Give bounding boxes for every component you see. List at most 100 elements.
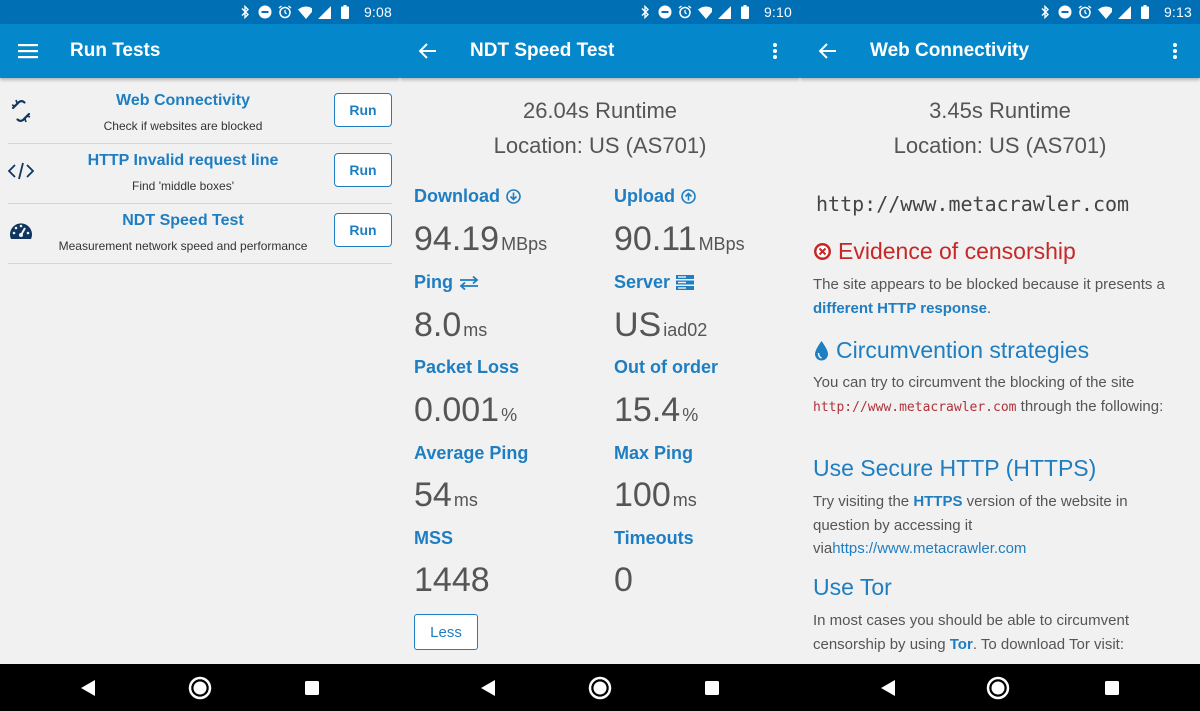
runtime-text: 3.45s Runtime <box>929 98 1071 123</box>
recents-nav-icon[interactable] <box>300 676 324 700</box>
download-icon <box>506 189 521 204</box>
test-name: Web Connectivity <box>116 92 250 109</box>
out-of-order-label: Out of order <box>614 357 718 377</box>
test-name: NDT Speed Test <box>122 212 244 229</box>
server-value: US iad02 <box>614 306 708 344</box>
more-vert-icon <box>773 43 777 59</box>
arrow-back-icon <box>819 43 836 59</box>
alarm-icon <box>678 5 692 19</box>
status-time: 9:10 <box>763 4 792 20</box>
overflow-menu-button[interactable] <box>760 36 790 66</box>
test-item-web-connectivity[interactable]: Web Connectivity Check if websites are b… <box>8 84 392 144</box>
test-description: Measurement network speed and performanc… <box>58 239 308 253</box>
hamburger-menu-icon <box>18 44 38 59</box>
back-nav-icon[interactable] <box>476 676 500 700</box>
wifi-icon <box>1097 5 1112 19</box>
bluetooth-icon <box>238 5 252 19</box>
water-drop-icon <box>815 340 828 360</box>
download-value: 94.19 MBps <box>414 220 548 258</box>
average-ping-value: 54 ms <box>414 476 478 514</box>
app-bar: NDT Speed Test <box>400 24 800 78</box>
back-button[interactable] <box>400 24 456 78</box>
timeouts-label: Timeouts <box>614 528 694 548</box>
battery-icon <box>1138 5 1152 19</box>
server-label: Server <box>614 272 695 293</box>
ping-label: Ping <box>414 272 479 293</box>
https-paragraph: Try visiting the HTTPS version of the we… <box>813 493 1128 557</box>
location-text: Location: US (AS701) <box>493 133 707 158</box>
circumvention-heading: Circumvention strategies <box>813 337 1089 364</box>
signal-icon <box>318 5 332 19</box>
more-vert-icon <box>1173 43 1177 59</box>
test-item-http-invalid-request-line[interactable]: HTTP Invalid request line Find 'middle b… <box>8 144 392 204</box>
upload-icon <box>681 189 696 204</box>
mss-value: 1448 <box>414 561 490 599</box>
signal-icon <box>1118 5 1132 19</box>
download-label: Download <box>414 186 521 207</box>
signal-icon <box>718 5 732 19</box>
alarm-icon <box>278 5 292 19</box>
tor-heading: Use Tor <box>813 574 892 600</box>
upload-value: 90.11 MBps <box>614 220 745 258</box>
status-time: 9:13 <box>1163 4 1192 20</box>
recents-nav-icon[interactable] <box>700 676 724 700</box>
battery-icon <box>338 5 352 19</box>
broken-link-icon <box>8 98 34 124</box>
average-ping-label: Average Ping <box>414 443 529 463</box>
wifi-icon <box>297 5 312 19</box>
bluetooth-icon <box>638 5 652 19</box>
home-nav-icon[interactable] <box>588 676 612 700</box>
evidence-heading: Evidence of censorship <box>813 238 1076 265</box>
battery-icon <box>738 5 752 19</box>
evidence-paragraph: The site appears to be blocked because i… <box>813 276 1165 317</box>
back-nav-icon[interactable] <box>76 676 100 700</box>
do-not-disturb-icon <box>258 5 272 19</box>
out-of-order-value: 15.4% <box>614 391 699 429</box>
page-title: NDT Speed Test <box>470 40 615 61</box>
upload-label: Upload <box>614 186 696 207</box>
runtime-text: 26.04s Runtime <box>522 98 678 123</box>
status-bar: 9:13 <box>800 0 1200 24</box>
recents-nav-icon[interactable] <box>1100 676 1124 700</box>
status-time: 9:08 <box>363 4 392 20</box>
error-circle-icon <box>814 243 831 260</box>
https-heading: Use Secure HTTP (HTTPS) <box>813 455 1097 481</box>
timeouts-value: 0 <box>614 561 633 599</box>
less-button[interactable]: Less <box>414 614 478 650</box>
home-nav-icon[interactable] <box>188 676 212 700</box>
run-web-connectivity-button[interactable]: Run <box>334 93 392 127</box>
menu-button[interactable] <box>0 24 56 78</box>
speedometer-icon <box>8 218 34 244</box>
system-navigation-bar <box>0 664 1200 711</box>
status-bar: 9:08 <box>0 0 400 24</box>
run-http-invalid-request-line-button[interactable]: Run <box>334 153 392 187</box>
app-bar: Run Tests <box>0 24 400 78</box>
run-tests-screen: 9:08 Run Tests Web Connectivity Check if… <box>0 0 400 664</box>
do-not-disturb-icon <box>1058 5 1072 19</box>
tor-paragraph: In most cases you should be able to circ… <box>813 612 1129 653</box>
mss-label: MSS <box>414 528 454 548</box>
page-title: Web Connectivity <box>870 40 1030 61</box>
back-nav-icon[interactable] <box>876 676 900 700</box>
status-bar: 9:10 <box>400 0 800 24</box>
web-connectivity-screen: 9:13 Web Connectivity 3.45s Runtime Loca… <box>800 0 1200 664</box>
arrow-back-icon <box>419 43 436 59</box>
tested-url: http://www.metacrawler.com <box>816 192 1130 216</box>
packet-loss-value: 0.001% <box>414 391 518 429</box>
bluetooth-icon <box>1038 5 1052 19</box>
test-item-ndt-speed-test[interactable]: NDT Speed Test Measurement network speed… <box>8 204 392 264</box>
wifi-icon <box>697 5 712 19</box>
app-bar: Web Connectivity <box>800 24 1200 78</box>
max-ping-value: 100 ms <box>614 476 697 514</box>
swap-arrows-icon <box>459 275 479 290</box>
test-description: Find 'middle boxes' <box>132 179 234 193</box>
home-nav-icon[interactable] <box>986 676 1010 700</box>
back-button[interactable] <box>800 24 856 78</box>
https-url-link[interactable]: https://www.metacrawler.com <box>832 540 1026 557</box>
overflow-menu-button[interactable] <box>1160 36 1190 66</box>
ping-value: 8.0 ms <box>414 306 488 344</box>
circumvention-paragraph: You can try to circumvent the blocking o… <box>813 374 1164 415</box>
run-ndt-speed-test-button[interactable]: Run <box>334 213 392 247</box>
different-http-response-link[interactable]: different HTTP response <box>813 300 987 317</box>
test-name: HTTP Invalid request line <box>87 152 279 169</box>
